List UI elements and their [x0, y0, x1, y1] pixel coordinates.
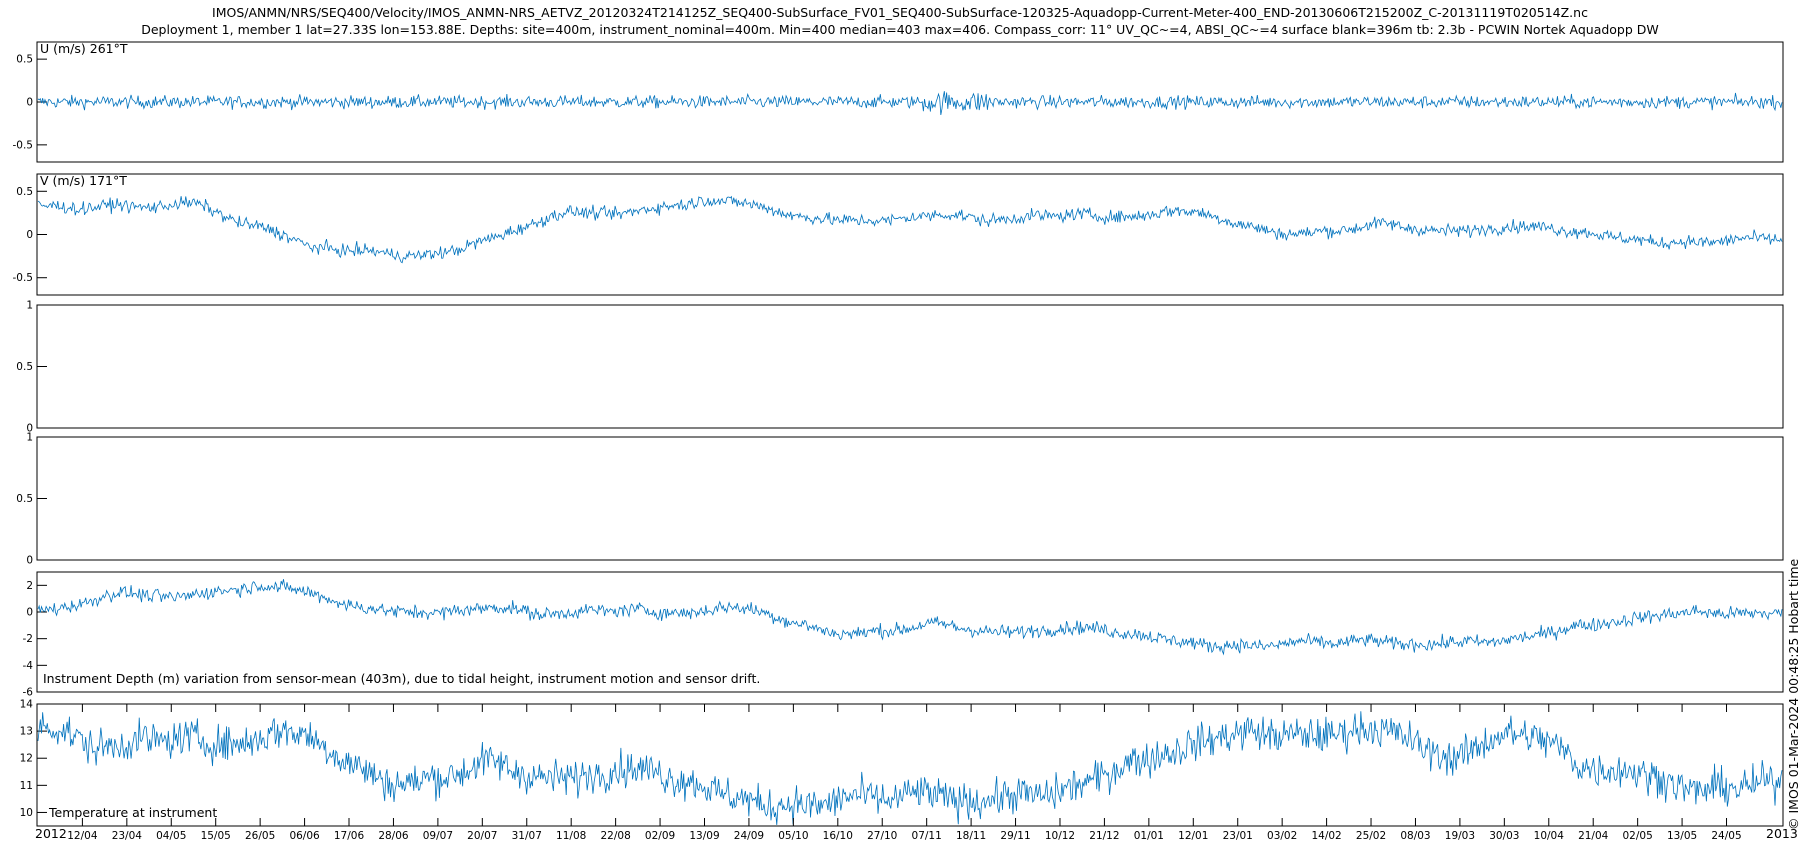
panel-3-ytick-label: 1 — [26, 300, 33, 312]
x-tick-label: 23/04 — [112, 830, 143, 842]
panel-6-series-line — [37, 711, 1783, 825]
x-tick-label: 01/01 — [1134, 830, 1164, 842]
x-tick-label: 14/02 — [1311, 830, 1341, 842]
panel-5-ytick-label: 2 — [26, 580, 33, 592]
x-tick-label: 21/04 — [1578, 830, 1609, 842]
x-tick-label: 04/05 — [156, 830, 186, 842]
x-tick-label: 16/10 — [823, 830, 853, 842]
x-tick-label: 05/10 — [778, 830, 808, 842]
multi-panel-time-series-chart: 0.5 0 -0.5 U (m/s) 261°T 0.5 0 -0.5 V (m/s) 171… — [13, 41, 1800, 842]
x-tick-label: 03/02 — [1267, 830, 1297, 842]
x-tick-label: 31/07 — [512, 830, 542, 842]
x-tick-label: 02/09 — [645, 830, 675, 842]
x-tick-label: 12/01 — [1178, 830, 1208, 842]
panel-6-ytick-label: 11 — [20, 780, 33, 792]
x-tick-label: 10/12 — [1045, 830, 1075, 842]
panel-2-label: V (m/s) 171°T — [40, 173, 127, 188]
x-tick-label: 10/04 — [1534, 830, 1565, 842]
x-tick-label: 08/03 — [1400, 830, 1430, 842]
panel-1-ytick-label: 0.5 — [16, 54, 33, 66]
panel-1-label: U (m/s) 261°T — [40, 41, 128, 56]
x-tick-label: 17/06 — [334, 830, 365, 842]
x-tick-label: 27/10 — [867, 830, 897, 842]
x-tick-label: 25/02 — [1356, 830, 1386, 842]
x-tick-label: 02/05 — [1623, 830, 1653, 842]
panel-5-ytick-label: 0 — [26, 607, 33, 619]
panel-6-ytick-label: 10 — [20, 807, 33, 819]
x-tick-label: 26/05 — [245, 830, 275, 842]
panel-5-ytick-label: -2 — [23, 633, 33, 645]
panel-5-ytick-label: -4 — [23, 660, 34, 672]
x-tick-label: 30/03 — [1489, 830, 1519, 842]
x-tick-label: 28/06 — [378, 830, 409, 842]
x-tick-label: 12/04 — [67, 830, 98, 842]
panel-6-ytick-label: 14 — [20, 699, 34, 711]
x-year-label-start: 2012 — [35, 826, 67, 841]
panel-1-series-line — [37, 91, 1783, 116]
panel-1-frame — [36, 41, 1784, 163]
panel-2-frame — [36, 173, 1784, 296]
panel-4-ytick-label: 0.5 — [16, 493, 33, 505]
x-tick-label: 13/09 — [689, 830, 719, 842]
x-tick-label: 06/06 — [289, 830, 320, 842]
panel-1-ytick-label: -0.5 — [13, 139, 34, 151]
x-tick-label: 23/01 — [1223, 830, 1253, 842]
panel-4-frame — [36, 436, 1784, 561]
panel-3-ytick-label: 0.5 — [16, 361, 33, 373]
x-tick-label: 22/08 — [600, 830, 630, 842]
x-tick-label: 19/03 — [1445, 830, 1475, 842]
x-tick-label: 13/05 — [1667, 830, 1697, 842]
x-tick-label: 11/08 — [556, 830, 586, 842]
panel-1-ytick-label: 0 — [26, 97, 33, 109]
panel-2-series-line — [37, 195, 1783, 264]
panel-6-ytick-label: 12 — [20, 753, 33, 765]
panel-2-ytick-label: 0.5 — [16, 186, 33, 198]
panel-2-ytick-label: 0 — [26, 229, 33, 241]
panel-5-ytick-label: -6 — [23, 687, 34, 699]
x-tick-label: 24/09 — [734, 830, 764, 842]
x-tick-label: 18/11 — [956, 830, 986, 842]
panel-3-frame — [36, 304, 1784, 429]
panel-4-ytick-label: 1 — [26, 432, 33, 444]
panel-6-label: Temperature at instrument — [48, 805, 217, 820]
side-timestamp-label: © IMOS 01-Mar-2024 00:48:25 Hobart time — [1786, 558, 1800, 830]
panel-6-frame — [36, 703, 1784, 827]
x-tick-label: 09/07 — [423, 830, 453, 842]
x-tick-label: 29/11 — [1000, 830, 1030, 842]
panel-5-label: Instrument Depth (m) variation from sens… — [43, 671, 760, 686]
panel-4-ytick-label: 0 — [26, 555, 33, 567]
x-tick-label: 24/05 — [1711, 830, 1741, 842]
x-tick-label: 15/05 — [201, 830, 231, 842]
panel-6-ytick-label: 13 — [20, 726, 33, 738]
x-tick-label: 20/07 — [467, 830, 497, 842]
x-tick-label: 21/12 — [1089, 830, 1119, 842]
panel-2-ytick-label: -0.5 — [13, 272, 34, 284]
x-tick-label: 07/11 — [912, 830, 942, 842]
panel-5-series-line — [37, 579, 1783, 656]
